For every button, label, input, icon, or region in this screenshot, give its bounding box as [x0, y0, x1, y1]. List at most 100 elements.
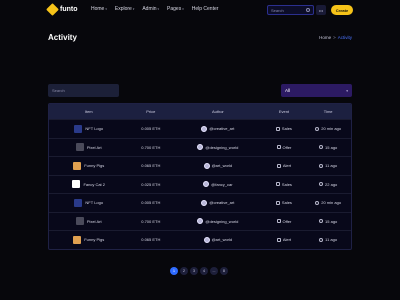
time-cell: 20 min ago — [305, 126, 351, 131]
item-thumbnail — [74, 198, 83, 207]
chevron-down-icon: ▾ — [182, 7, 184, 11]
breadcrumb-home-link[interactable]: Home — [319, 35, 331, 40]
event-label: Alert — [282, 163, 292, 169]
menu-item-label: Explore — [114, 6, 132, 12]
author-name: @designing_world — [205, 144, 239, 150]
author-cell[interactable]: @fancy_car — [173, 181, 262, 188]
author-name: @art_world — [211, 237, 233, 243]
time-label: 11 ago — [325, 163, 338, 169]
event-icon — [276, 219, 281, 224]
menu-item-help-center[interactable]: Help Center — [192, 6, 219, 12]
item-cell: Pixel Art — [49, 143, 128, 152]
event-icon — [276, 237, 281, 242]
item-name: NFT Logo — [85, 200, 104, 206]
activity-table: Item Price Author Event Time NFT Logo 0.0… — [48, 103, 352, 250]
table-row[interactable]: Fancy Cat 20.025 ETH@fancy_carSales22 ag… — [49, 248, 351, 249]
time-label: 20 min ago — [321, 200, 342, 206]
item-thumbnail — [75, 217, 84, 226]
time-cell: 11 ago — [305, 163, 351, 168]
item-name: Pixel Art — [86, 218, 102, 224]
menu-item-label: Home — [91, 6, 105, 12]
event-filter-select[interactable]: All ▾ — [281, 84, 352, 97]
page-button[interactable]: 2 — [180, 267, 188, 275]
avatar — [197, 218, 204, 225]
table-header: Item Price Author Event Time — [49, 104, 351, 119]
item-thumbnail — [75, 143, 84, 152]
menu-item-pages[interactable]: Pages ▾ — [167, 6, 184, 12]
item-name: NFT Logo — [85, 126, 104, 132]
author-name: @creative_art — [209, 200, 235, 206]
table-row[interactable]: Fancy Cat 2 0.025 ETH @fancy_car Sales 22 ag… — [49, 174, 351, 194]
more-button[interactable]: ••• — [316, 5, 326, 15]
author-cell[interactable]: @art_world — [173, 236, 262, 243]
page-button[interactable]: ... — [210, 267, 218, 275]
clock-icon — [319, 145, 324, 150]
page-button[interactable]: 1 — [170, 267, 178, 275]
event-label: Sales — [281, 181, 292, 187]
author-cell[interactable]: @creative_art — [173, 125, 262, 132]
nav-search-input[interactable]: Search — [267, 5, 314, 15]
author-cell[interactable]: @designing_world — [173, 218, 262, 225]
table-row[interactable]: Funny Pigs 0.065 ETH @art_world Alert 11 ago — [49, 156, 351, 175]
breadcrumb-separator: > — [333, 35, 336, 40]
author-cell[interactable]: @designing_world — [173, 144, 262, 151]
header-time: Time — [323, 109, 333, 114]
item-name: Fancy Cat 2 — [83, 181, 106, 187]
item-cell: NFT Logo — [49, 198, 128, 207]
page-button[interactable]: 8 — [220, 267, 228, 275]
event-cell: Sales — [263, 182, 306, 187]
item-cell: Fancy Cat 2 — [49, 180, 128, 189]
header-item: Item — [84, 109, 93, 114]
menu-item-label: Admin — [142, 6, 157, 12]
time-label: 15 ago — [325, 218, 338, 224]
pagination: 1 2 3 4... 8 — [170, 267, 228, 275]
chevron-down-icon: ▾ — [346, 88, 348, 93]
time-label: 20 min ago — [321, 126, 342, 132]
menu-item-explore[interactable]: Explore ▾ — [115, 6, 134, 12]
main-menu: Home ▾ Explore ▾ Admin ▾ Pages ▾ Help Ce… — [91, 6, 218, 12]
price-cell: 0.065 ETH — [141, 163, 161, 169]
time-label: 11 ago — [325, 237, 338, 243]
clock-icon — [315, 126, 320, 131]
table-body: NFT Logo 0.005 ETH @creative_art Sales 20 mi… — [49, 119, 351, 249]
time-cell: 20 min ago — [305, 200, 351, 205]
page-button[interactable]: 3 — [190, 267, 198, 275]
price-cell: 0.025 ETH — [141, 181, 161, 187]
create-button[interactable]: Create — [331, 5, 353, 15]
author-cell[interactable]: @creative_art — [173, 199, 262, 206]
clock-icon — [319, 219, 324, 224]
item-cell: NFT Logo — [49, 124, 128, 133]
table-row[interactable]: Funny Pigs 0.065 ETH @art_world Alert 11 ago — [49, 230, 351, 249]
item-name: Funny Pigs — [84, 163, 105, 169]
price-cell: 0.065 ETH — [141, 237, 161, 243]
event-icon — [275, 200, 280, 205]
activity-search-input[interactable]: Search — [48, 84, 119, 97]
time-cell: 22 ago — [305, 182, 351, 187]
author-cell[interactable]: @art_world — [173, 162, 262, 169]
event-icon — [276, 163, 281, 168]
table-row[interactable]: Pixel Art 0.700 ETH @designing_world Offer 1… — [49, 211, 351, 231]
author-name: @designing_world — [205, 218, 239, 224]
event-icon — [275, 126, 280, 131]
header-event: Event — [278, 109, 290, 114]
author-name: @creative_art — [209, 126, 235, 132]
item-cell: Funny Pigs — [49, 235, 128, 244]
time-label: 22 ago — [325, 181, 338, 187]
time-cell: 15 ago — [305, 145, 351, 150]
chevron-down-icon: ▾ — [105, 7, 107, 11]
breadcrumb: Home > Activity — [319, 35, 352, 40]
menu-item-admin[interactable]: Admin ▾ — [142, 6, 159, 12]
table-row[interactable]: NFT Logo 0.005 ETH @creative_art Sales 20 mi… — [49, 193, 351, 212]
avatar — [201, 199, 208, 206]
table-row[interactable]: Pixel Art 0.700 ETH @designing_world Offer 1… — [49, 137, 351, 157]
menu-item-home[interactable]: Home ▾ — [91, 6, 107, 12]
avatar — [203, 236, 210, 243]
avatar — [203, 162, 210, 169]
page-button[interactable]: 4 — [200, 267, 208, 275]
logo[interactable]: funto — [46, 3, 78, 16]
clock-icon — [319, 163, 324, 168]
author-name: @fancy_car — [211, 181, 233, 187]
avatar — [201, 125, 208, 132]
table-row[interactable]: NFT Logo 0.005 ETH @creative_art Sales 20 mi… — [49, 119, 351, 138]
item-name: Funny Pigs — [84, 237, 105, 243]
